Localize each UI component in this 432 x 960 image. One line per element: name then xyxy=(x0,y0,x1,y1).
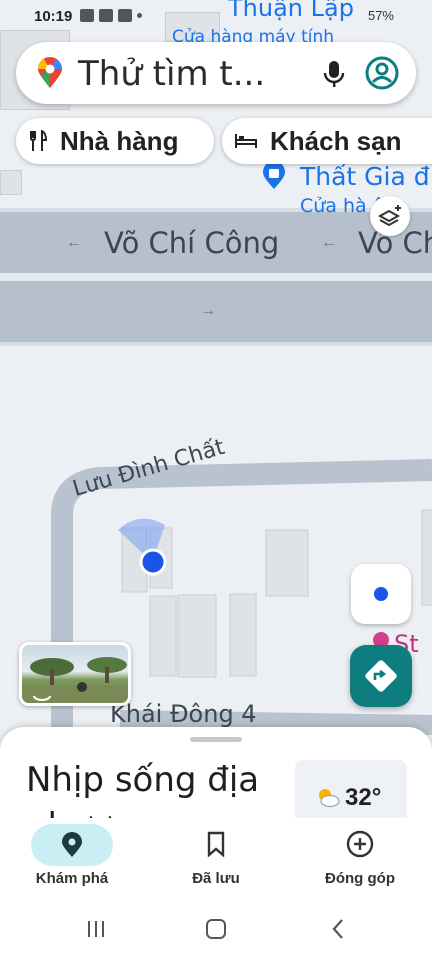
status-time: 10:19 xyxy=(34,8,73,25)
current-location-dot xyxy=(139,548,167,576)
nav-label: Khám phá xyxy=(35,870,109,887)
directions-button[interactable] xyxy=(350,645,412,707)
my-location-icon xyxy=(374,587,388,601)
road-direction-arrow: → xyxy=(200,302,216,319)
street-view-image xyxy=(22,657,128,703)
add-circle-icon xyxy=(346,830,374,858)
recent-apps-icon[interactable] xyxy=(86,919,106,939)
search-bar[interactable]: Thử tìm t... xyxy=(16,42,416,104)
gallery-notification-icon xyxy=(80,9,94,22)
shop-pin-icon[interactable] xyxy=(262,161,286,190)
search-input[interactable]: Thử tìm t... xyxy=(78,54,265,94)
home-icon[interactable] xyxy=(205,918,227,940)
layers-icon xyxy=(377,205,401,227)
notification-icons xyxy=(80,9,142,22)
road-direction-arrow: ← xyxy=(321,234,337,251)
status-bar: 10:19 57% xyxy=(0,0,432,32)
street-label-vo-chi-cong: Võ Chí Công xyxy=(104,226,280,260)
chip-label: Nhà hàng xyxy=(60,125,179,156)
explore-sheet[interactable]: Nhịp sống địa phương 32° xyxy=(0,727,432,827)
google-maps-logo-icon xyxy=(38,57,62,88)
building xyxy=(0,170,22,195)
chip-restaurants[interactable]: Nhà hàng xyxy=(16,118,214,164)
directions-icon xyxy=(365,660,397,692)
more-notifications-dot xyxy=(137,13,142,18)
poi-name-that-gia[interactable]: Thất Gia đ xyxy=(300,162,430,191)
weather-card[interactable]: 32° xyxy=(295,760,407,827)
nav-saved[interactable]: Đã lưu xyxy=(144,818,288,898)
partly-cloudy-icon xyxy=(319,789,340,808)
chip-hotels[interactable]: Khách sạn xyxy=(222,118,432,164)
bookmark-icon xyxy=(207,831,225,857)
layers-button[interactable] xyxy=(370,196,410,236)
battery-percent: 57% xyxy=(367,8,394,23)
restaurant-icon xyxy=(30,130,48,151)
nav-explore[interactable]: Khám phá xyxy=(0,818,144,898)
nav-label: Đã lưu xyxy=(192,870,240,887)
nav-contribute[interactable]: Đóng góp xyxy=(288,818,432,898)
news-notification-icon xyxy=(118,9,132,22)
account-icon[interactable] xyxy=(364,55,400,91)
my-location-button[interactable] xyxy=(351,564,411,624)
system-navigation-bar xyxy=(0,898,432,960)
street-label-khai-dong-4: Khái Đông 4 xyxy=(110,700,257,728)
explore-pin-icon xyxy=(62,832,82,857)
sheet-title: Nhịp sống địa phương xyxy=(26,760,260,827)
back-icon[interactable] xyxy=(330,918,346,940)
nav-label: Đóng góp xyxy=(325,870,395,887)
road-direction-arrow: ← xyxy=(66,234,82,251)
road-divider xyxy=(0,273,432,281)
street-view-thumbnail[interactable] xyxy=(19,642,131,706)
sheet-drag-handle[interactable] xyxy=(190,737,242,742)
hotel-icon xyxy=(235,134,257,148)
microphone-icon[interactable] xyxy=(322,59,346,89)
chip-label: Khách sạn xyxy=(270,125,402,156)
weather-temperature: 32° xyxy=(345,784,382,811)
news-notification-icon xyxy=(99,9,113,22)
bottom-navigation: Khám phá Đã lưu Đóng góp xyxy=(0,818,432,898)
